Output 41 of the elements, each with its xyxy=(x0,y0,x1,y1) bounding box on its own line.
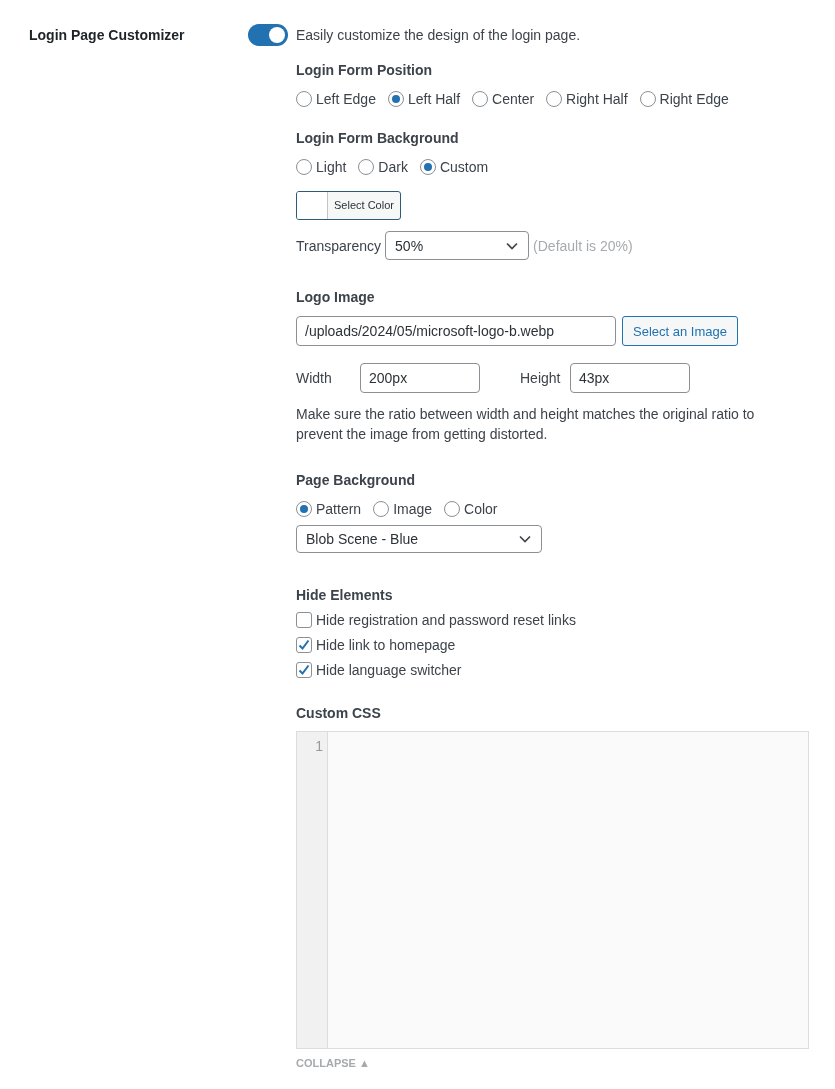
field-label: Height xyxy=(520,370,562,386)
section-title: Logo Image xyxy=(296,288,376,306)
toggle-switch[interactable] xyxy=(248,24,288,46)
checkbox-option[interactable]: Hide registration and password reset links xyxy=(296,612,835,628)
field-label: Transparency xyxy=(296,237,382,254)
checkbox[interactable] xyxy=(296,637,312,653)
pattern-select[interactable]: Blob Scene - Blue xyxy=(296,525,542,553)
checkbox-option[interactable]: Hide link to homepage xyxy=(296,637,835,653)
chevron-down-icon xyxy=(519,535,531,543)
default-hint: (Default is 20%) xyxy=(533,237,633,254)
radio-option[interactable]: Dark xyxy=(358,159,408,175)
chevron-down-icon xyxy=(506,241,519,250)
checkbox[interactable] xyxy=(296,612,312,628)
height-field[interactable]: 43px xyxy=(570,363,690,393)
setting-description: Easily customize the design of the login page. xyxy=(296,27,581,43)
radio-option[interactable]: Image xyxy=(373,501,433,517)
radio-option[interactable]: Color xyxy=(444,501,498,517)
radio-option[interactable]: Custom xyxy=(419,159,489,175)
section-title: Page Background xyxy=(296,471,417,489)
section-title: Login Form Background xyxy=(296,129,460,147)
checkbox-option[interactable]: Hide language switcher xyxy=(296,662,835,678)
help-text: Make sure the ratio between width and height matches the original ratio to prevent the image from getting distorted. xyxy=(296,405,756,444)
transparency-select[interactable]: 50% xyxy=(385,231,530,260)
setting-label: Login Page Customizer xyxy=(29,26,185,45)
image-path-field[interactable]: /uploads/2024/05/microsoft-logo-b.webp xyxy=(296,316,616,346)
radio-option[interactable]: Right Half xyxy=(546,91,628,107)
section-title: Custom CSS xyxy=(296,704,382,722)
radio-option[interactable]: Center xyxy=(472,91,535,107)
section-title: Login Form Position xyxy=(296,61,434,79)
line-number: 1 xyxy=(314,737,324,755)
width-field[interactable]: 200px xyxy=(360,363,480,393)
section-title: Hide Elements xyxy=(296,586,394,604)
color-picker-button[interactable]: Select Color xyxy=(296,191,401,220)
radio-option[interactable]: Light xyxy=(296,159,347,175)
select-image-button[interactable]: Select an Image xyxy=(622,316,738,346)
radio-option[interactable]: Left Edge xyxy=(296,91,376,107)
checkbox[interactable] xyxy=(296,662,312,678)
radio-option[interactable]: Left Half xyxy=(387,91,461,107)
radio-option[interactable]: Pattern xyxy=(296,501,362,517)
field-label: Width xyxy=(296,370,333,386)
radio-option[interactable]: Right Edge xyxy=(639,91,729,107)
